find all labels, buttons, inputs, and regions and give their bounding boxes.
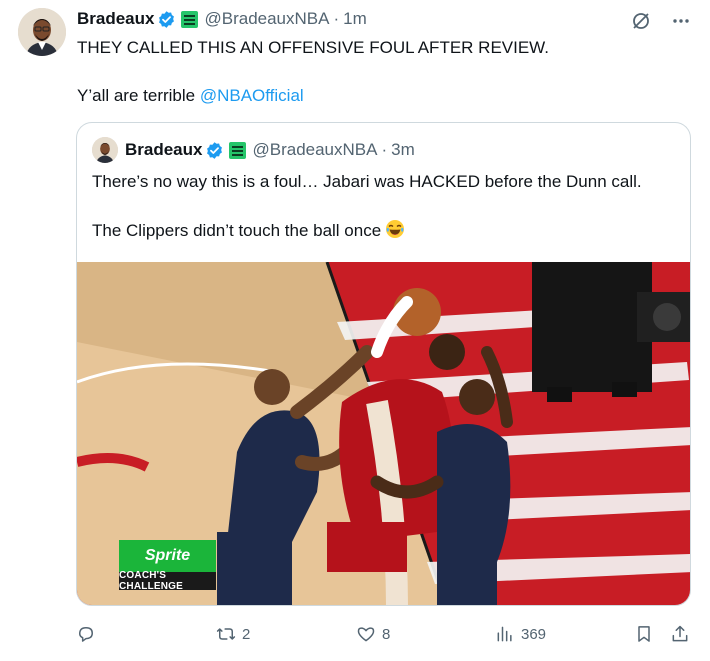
bookmark-button[interactable] — [634, 620, 654, 648]
tweet-text-line1: THEY CALLED THIS AN OFFENSIVE FOUL AFTER… — [77, 38, 550, 57]
tweet-header: Bradeaux @BradeauxNBA · 1m — [77, 8, 367, 30]
views-icon — [497, 626, 512, 642]
verified-badge-icon — [207, 141, 223, 159]
tweet-text-prefix: Y’all are terrible — [77, 86, 200, 105]
views-count: 369 — [521, 625, 547, 643]
repost-count: 2 — [242, 625, 251, 643]
author-avatar[interactable] — [18, 8, 66, 56]
share-button[interactable] — [670, 620, 690, 648]
affiliate-badge-icon — [229, 141, 247, 159]
mention-link[interactable]: @NBAOfficial — [200, 86, 304, 105]
coach-challenge-badge: COACH'S CHALLENGE — [119, 570, 216, 592]
tweet-top-actions — [630, 10, 692, 32]
quoted-author-name[interactable]: Bradeaux — [125, 140, 202, 160]
separator-dot: · — [381, 140, 388, 159]
views-button[interactable]: 369 — [495, 620, 546, 648]
quoted-author-avatar[interactable] — [92, 137, 118, 163]
laughing-emoji-icon — [386, 220, 405, 238]
timestamp[interactable]: 1m — [343, 9, 367, 29]
repost-button[interactable]: 2 — [216, 620, 250, 648]
like-icon — [357, 627, 375, 642]
more-icon[interactable] — [670, 10, 692, 32]
bookmark-icon — [638, 626, 650, 642]
author-handle[interactable]: @BradeauxNBA — [204, 9, 329, 29]
quoted-text-line2: The Clippers didn’t touch the ball once — [92, 219, 405, 242]
verified-badge-icon — [159, 10, 175, 28]
quoted-text-line1: There’s no way this is a foul… Jabari wa… — [92, 172, 642, 191]
like-count: 8 — [382, 625, 391, 643]
like-button[interactable]: 8 — [356, 620, 390, 648]
affiliate-badge-icon — [181, 10, 199, 28]
sprite-badge: Sprite — [119, 540, 216, 572]
reply-button[interactable] — [76, 620, 102, 648]
quoted-tweet[interactable]: Bradeaux @BradeauxNBA · 3m There’s no wa… — [76, 122, 691, 606]
quoted-header: Bradeaux @BradeauxNBA · 3m — [92, 137, 415, 163]
repost-icon — [216, 628, 236, 640]
quoted-media-video[interactable]: Sprite COACH'S CHALLENGE — [77, 262, 690, 605]
tweet-text-line2: Y’all are terrible @NBAOfficial — [77, 85, 304, 107]
tweet-actions: 2 8 369 — [0, 620, 710, 648]
quoted-author-handle[interactable]: @BradeauxNBA — [252, 140, 377, 160]
share-icon — [672, 625, 688, 642]
author-name[interactable]: Bradeaux — [77, 9, 154, 29]
grok-icon[interactable] — [630, 10, 652, 32]
quoted-text-line2-text: The Clippers didn’t touch the ball once — [92, 221, 382, 240]
tweet[interactable]: Bradeaux @BradeauxNBA · 1m THEY CALLED T… — [0, 0, 710, 661]
quoted-timestamp[interactable]: 3m — [391, 140, 415, 160]
reply-icon — [79, 627, 93, 642]
separator-dot: · — [333, 9, 340, 28]
